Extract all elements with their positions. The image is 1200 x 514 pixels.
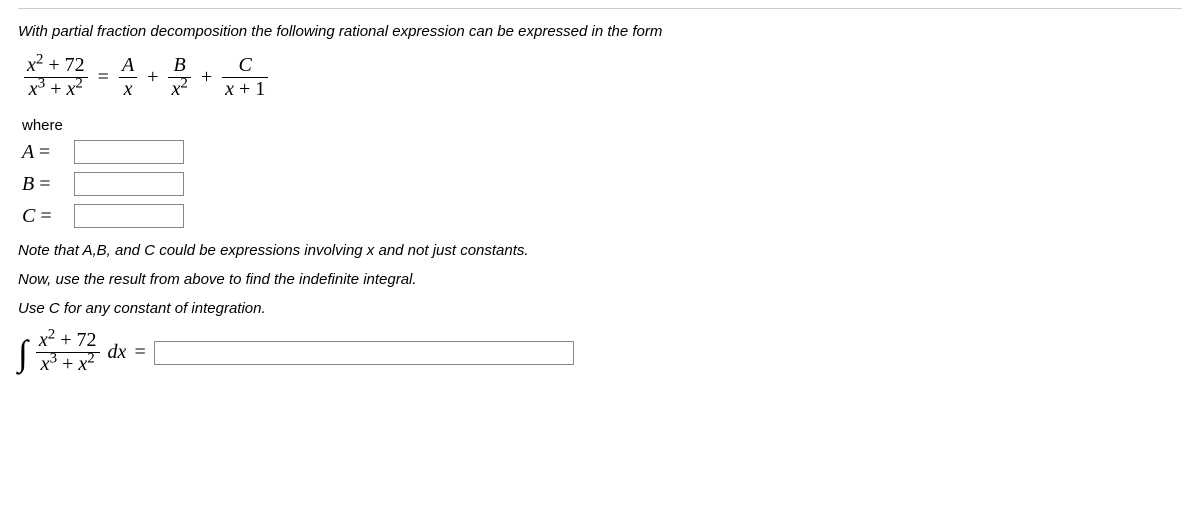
term-C: C x + 1 — [222, 54, 268, 101]
top-rule — [18, 8, 1182, 9]
label-C: C = — [22, 205, 66, 228]
intro-text: With partial fraction decomposition the … — [18, 23, 1182, 40]
term-A: A x — [119, 54, 137, 101]
lhs-num: x2 + 72 — [24, 54, 88, 77]
row-A: A = — [22, 140, 1182, 164]
usec-text: Use C for any constant of integration. — [18, 300, 1182, 317]
lhs-fraction: x2 + 72 x3 + x2 — [24, 54, 88, 101]
integral-row: ∫ x2 + 72 x3 + x2 dx = — [18, 329, 1182, 376]
plus-1: + — [147, 66, 158, 89]
label-B: B = — [22, 173, 66, 196]
row-C: C = — [22, 204, 1182, 228]
integral-sign: ∫ — [18, 335, 28, 371]
input-B[interactable] — [74, 172, 184, 196]
plus-2: + — [201, 66, 212, 89]
decomposition-equation: x2 + 72 x3 + x2 = A x + B x2 + C x + 1 — [24, 54, 1182, 101]
where-label: where — [22, 117, 1182, 134]
input-A[interactable] — [74, 140, 184, 164]
label-A: A = — [22, 141, 66, 164]
input-integral[interactable] — [154, 341, 574, 365]
row-B: B = — [22, 172, 1182, 196]
note-text: Note that A,B, and C could be expression… — [18, 242, 1182, 259]
input-C[interactable] — [74, 204, 184, 228]
equals-sign: = — [98, 66, 109, 89]
integral-equals: = — [134, 341, 145, 364]
dx: dx — [108, 341, 127, 364]
now-text: Now, use the result from above to find t… — [18, 271, 1182, 288]
term-B: B x2 — [168, 54, 190, 101]
lhs-den: x3 + x2 — [24, 77, 88, 101]
integrand-fraction: x2 + 72 x3 + x2 — [36, 329, 100, 376]
